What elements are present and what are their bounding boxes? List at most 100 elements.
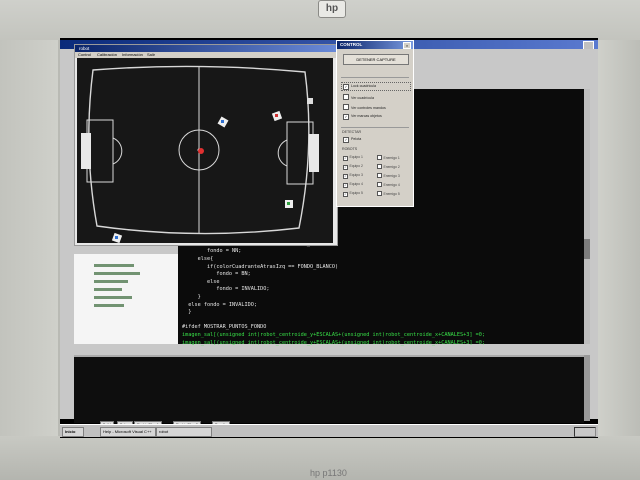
code-scrollbar[interactable]	[584, 89, 590, 344]
checkbox-label: Equipo 1	[349, 155, 363, 159]
taskbar-clock	[574, 427, 596, 437]
checkbox-checked-icon[interactable]: ✓	[343, 156, 348, 161]
checkbox-label: Enemigo 5	[383, 192, 400, 196]
checkbox-unchecked-icon[interactable]	[377, 155, 382, 160]
code-line: imagen_sal[(unsigned int)robot_centroide…	[182, 332, 485, 338]
output-scrollbar[interactable]	[584, 355, 590, 421]
checkbox-unchecked-icon[interactable]	[343, 104, 349, 110]
checkbox-label: Enemigo 4	[383, 183, 400, 187]
right-penalty-arc	[277, 139, 288, 167]
video-window-title: robot	[79, 46, 90, 51]
tree-item[interactable]	[94, 272, 140, 275]
display-option-checkbox[interactable]: Ver cuadrícula	[343, 94, 374, 100]
detect-group-title: DETECTAR	[342, 130, 362, 134]
monitor-model-label: hp p1130	[310, 468, 347, 478]
enemy-robot-checkbox[interactable]: Enemigo 3	[377, 173, 400, 178]
taskbar-button-robot[interactable]: robot	[156, 427, 212, 437]
code-line: }	[182, 294, 201, 301]
checkbox-checked-icon[interactable]: ✓	[343, 174, 348, 179]
team-robot-checkbox[interactable]: ✓ Equipo 4	[343, 182, 363, 188]
checkbox-label: Equipo 3	[349, 173, 363, 177]
enemy-robot-checkbox[interactable]: Enemigo 2	[377, 164, 400, 169]
checkbox-checked-icon[interactable]: ✓	[343, 192, 348, 197]
checkbox-label: Enemigo 3	[383, 174, 400, 178]
tree-item[interactable]	[94, 288, 122, 291]
right-goal	[309, 134, 319, 172]
code-line: else{	[182, 256, 214, 263]
tree-item[interactable]	[94, 280, 128, 283]
code-line: fondo = INVALIDO;	[182, 286, 270, 293]
camera-view[interactable]	[77, 58, 333, 243]
checkbox-label: Ver marcas objetos	[351, 114, 382, 118]
code-line: }	[182, 309, 192, 316]
left-goal	[81, 133, 91, 169]
checkbox-unchecked-icon[interactable]	[377, 191, 382, 196]
display-option-checkbox[interactable]: ✓ Lock cuadricula	[343, 84, 376, 90]
team-robot-checkbox[interactable]: ✓ Equipo 1	[343, 155, 363, 161]
control-dialog-title: CONTROL	[340, 42, 363, 47]
monitor-bezel-left	[0, 40, 58, 436]
divider	[341, 77, 409, 78]
workspace-tree[interactable]	[74, 254, 179, 344]
enemy-robot-checkbox[interactable]: Enemigo 4	[377, 182, 400, 187]
code-scrollbar-thumb[interactable]	[584, 239, 590, 259]
code-line: if(colorCuadranteAtrasIzq == FONDO_BLANC…	[182, 263, 339, 270]
ball	[198, 148, 204, 154]
checkbox-label: Pelota	[351, 137, 362, 141]
display-option-checkbox[interactable]: Ver controles mandos	[343, 104, 386, 110]
taskbar-button-visual-cpp[interactable]: Help - Microsoft Visual C++	[100, 427, 156, 437]
close-icon[interactable]: ×	[403, 42, 411, 49]
tree-item[interactable]	[94, 304, 124, 307]
soccer-field	[81, 65, 319, 243]
output-pane[interactable]	[74, 355, 584, 423]
checkbox-unchecked-icon[interactable]	[377, 182, 382, 187]
team-robot-checkbox[interactable]: ✓ Equipo 3	[343, 173, 363, 179]
checkbox-label: Ver cuadrícula	[351, 96, 374, 100]
checkbox-label: Enemigo 2	[383, 165, 400, 169]
checkbox-label: Lock cuadricula	[351, 84, 376, 88]
code-line: fondo = BN;	[182, 271, 251, 278]
code-line: else fondo = INVALIDO;	[182, 301, 257, 308]
checkbox-label: Ver controles mandos	[351, 106, 386, 110]
detect-checkbox[interactable]: ✓ Pelota	[343, 137, 361, 143]
control-dialog-titlebar[interactable]: CONTROL ×	[337, 41, 413, 49]
code-line: else	[182, 278, 220, 285]
checkbox-label: Equipo 2	[349, 164, 363, 168]
checkbox-label: Equipo 5	[349, 191, 363, 195]
checkbox-checked-icon[interactable]: ✓	[343, 183, 348, 188]
control-dialog: CONTROL × DETENER CAPTURE ✓ Lock cuadricu…	[336, 40, 414, 207]
left-penalty-arc	[112, 137, 123, 165]
checkbox-unchecked-icon[interactable]	[377, 173, 382, 178]
code-line: #ifdef MOSTRAR_PUNTOS_FONDO	[182, 324, 267, 331]
robot-marker-3	[285, 200, 293, 208]
robot-marker-4	[111, 232, 123, 243]
team-robot-checkbox[interactable]: ✓ Equipo 5	[343, 191, 363, 197]
robots-group-title: ROBOTS	[342, 147, 358, 151]
checkbox-checked-icon[interactable]: ✓	[343, 137, 349, 143]
code-line: fondo = NN;	[182, 248, 242, 255]
start-button[interactable]: Inicio	[62, 427, 84, 437]
checkbox-checked-icon[interactable]: ✓	[343, 84, 349, 90]
robot-marker-2	[271, 110, 283, 122]
monitor-bezel-right	[598, 40, 640, 436]
code-line: imagen_sal[(unsigned int)robot_centroide…	[182, 339, 485, 346]
robot-marker-6	[307, 98, 313, 104]
hp-logo: hp	[318, 0, 346, 18]
team-robot-checkbox[interactable]: ✓ Equipo 2	[343, 164, 363, 170]
tree-item[interactable]	[94, 264, 134, 267]
tree-item[interactable]	[94, 296, 132, 299]
checkbox-label: Enemigo 1	[383, 156, 400, 160]
enemy-robot-checkbox[interactable]: Enemigo 5	[377, 191, 400, 196]
enemy-robot-checkbox[interactable]: Enemigo 1	[377, 155, 400, 160]
video-window-titlebar[interactable]: robot	[75, 45, 337, 52]
checkbox-unchecked-icon[interactable]	[343, 94, 349, 100]
checkbox-checked-icon[interactable]: ✓	[343, 114, 349, 120]
checkbox-unchecked-icon[interactable]	[377, 164, 382, 169]
stop-capture-button[interactable]: DETENER CAPTURE	[343, 54, 409, 65]
divider	[341, 127, 409, 128]
checkbox-checked-icon[interactable]: ✓	[343, 165, 348, 170]
checkbox-label: Equipo 4	[349, 182, 363, 186]
display-option-checkbox[interactable]: ✓ Ver marcas objetos	[343, 114, 382, 120]
robot-marker-1	[217, 116, 229, 128]
